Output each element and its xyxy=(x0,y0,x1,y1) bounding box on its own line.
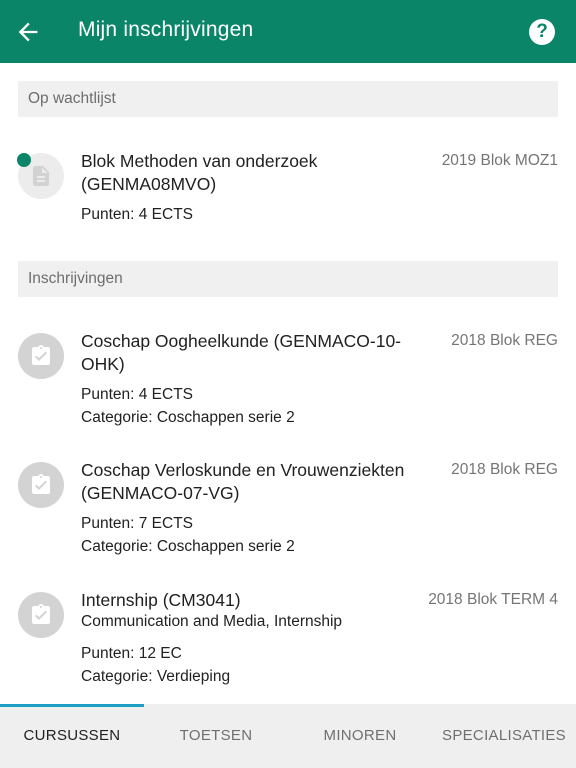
section-header-enrollments: Inschrijvingen xyxy=(18,261,558,297)
tab-bar: CURSUSSEN TOETSEN MINOREN SPECIALISATIES xyxy=(0,704,576,768)
app-bar: Mijn inschrijvingen ? xyxy=(0,0,576,63)
course-name: Coschap Verloskunde en Vrouwenziekten (G… xyxy=(81,460,405,503)
page-title: Mijn inschrijvingen xyxy=(78,18,254,41)
course-points: Punten: 4 ECTS xyxy=(81,206,194,223)
course-name: Internship (CM3041) xyxy=(81,590,241,610)
tab-cursussen[interactable]: CURSUSSEN xyxy=(0,704,144,768)
course-points: Punten: 7 ECTS xyxy=(81,515,194,532)
course-name: Coschap Oogheelkunde (GENMACO-10-OHK) xyxy=(81,331,402,374)
clipboard-check-icon xyxy=(18,462,64,508)
course-period: 2019 Blok MOZ1 xyxy=(441,152,558,169)
course-category: Categorie: Verdieping xyxy=(81,668,231,685)
course-category: Categorie: Coschappen serie 2 xyxy=(81,409,295,426)
help-icon[interactable]: ? xyxy=(529,19,555,45)
course-period: 2018 Blok TERM 4 xyxy=(428,591,558,608)
clipboard-check-icon xyxy=(18,333,64,379)
course-name: Blok Methoden van onderzoek (GENMA08MVO) xyxy=(81,151,318,194)
tab-minoren[interactable]: MINOREN xyxy=(288,704,432,768)
clipboard-check-icon xyxy=(18,592,64,638)
status-dot xyxy=(17,153,31,167)
course-subtitle: Communication and Media, Internship xyxy=(81,613,343,630)
course-points: Punten: 12 EC xyxy=(81,645,182,662)
back-arrow-icon[interactable] xyxy=(14,18,42,46)
course-period: 2018 Blok REG xyxy=(451,332,558,349)
course-points: Punten: 4 ECTS xyxy=(81,386,194,403)
tab-specialisaties[interactable]: SPECIALISATIES xyxy=(432,704,576,768)
tab-toetsen[interactable]: TOETSEN xyxy=(144,704,288,768)
section-header-waitlist: Op wachtlijst xyxy=(18,81,558,117)
course-category: Categorie: Coschappen serie 2 xyxy=(81,538,295,555)
course-period: 2018 Blok REG xyxy=(451,461,558,478)
